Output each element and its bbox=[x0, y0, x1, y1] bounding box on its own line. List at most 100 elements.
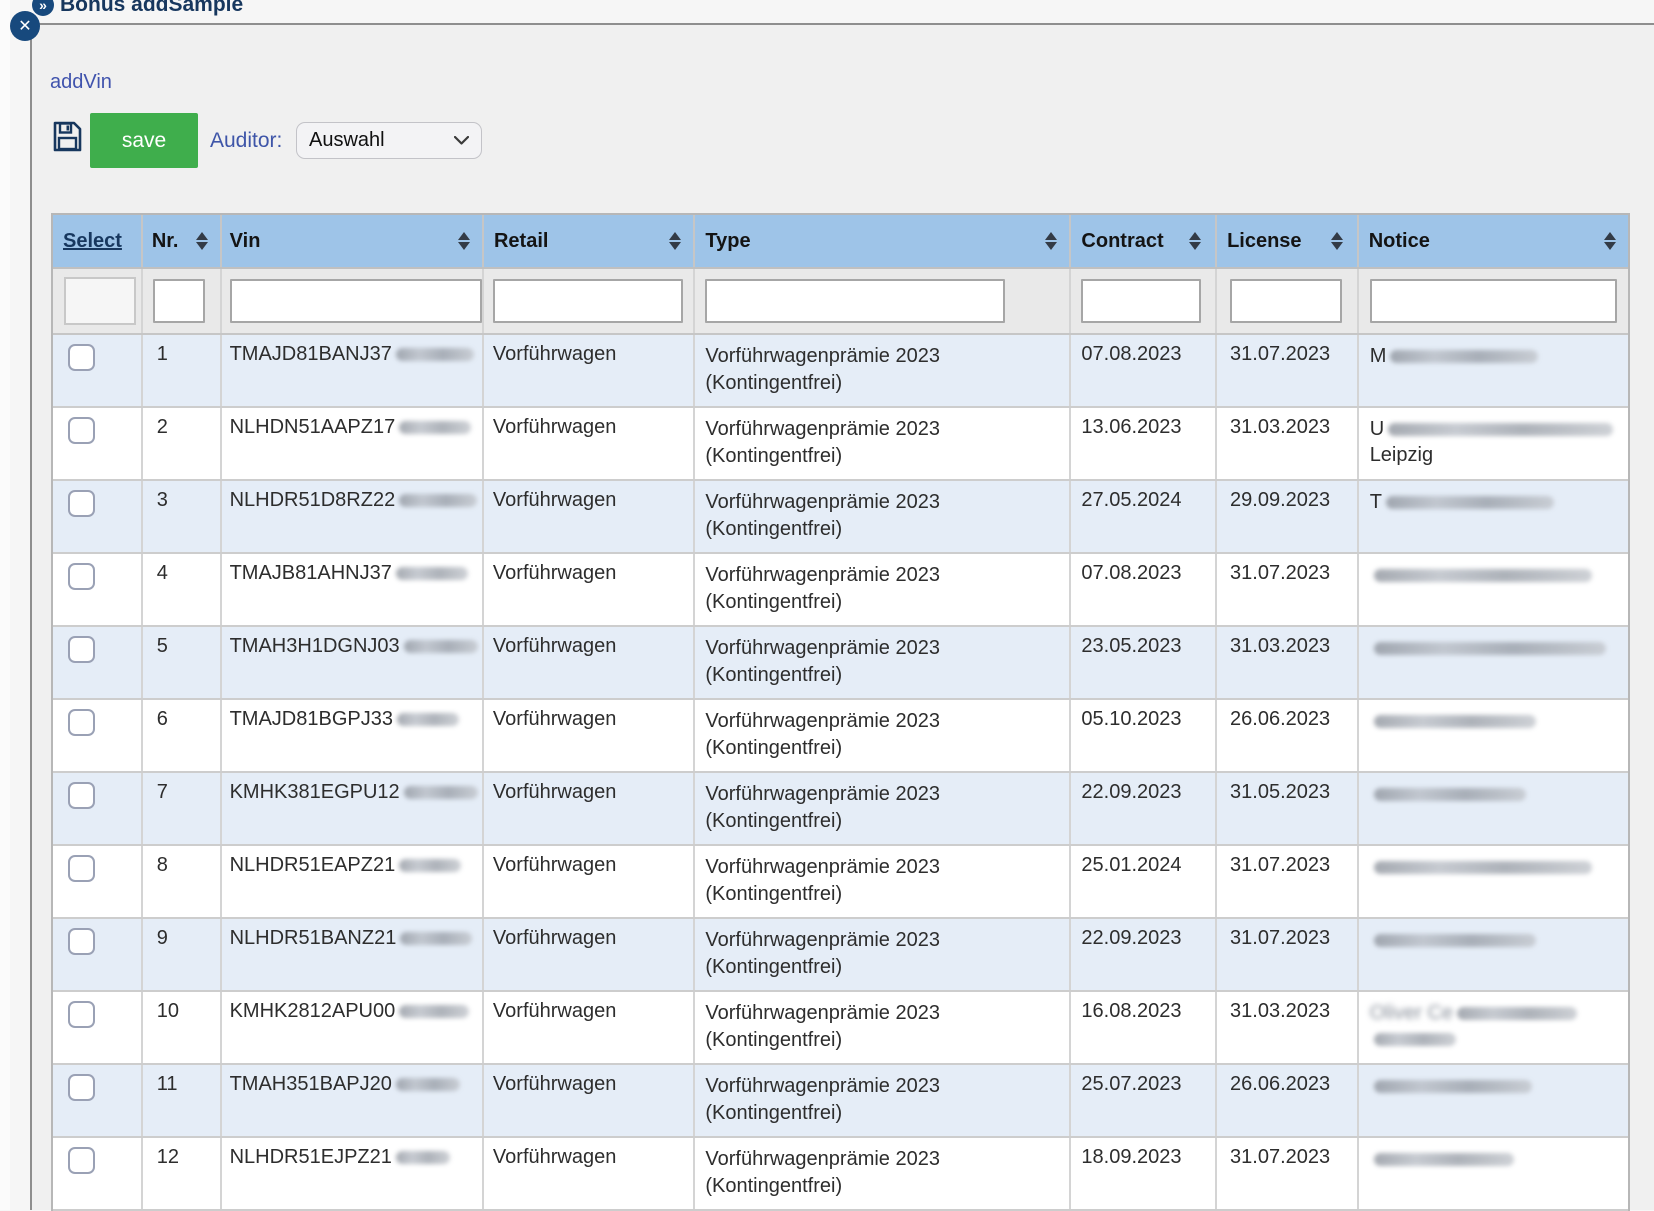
row-checkbox[interactable] bbox=[68, 1074, 95, 1101]
row-cell-type: Vorführwagenprämie 2023(Kontingentfrei) bbox=[695, 846, 1071, 917]
column-header-vin[interactable]: Vin bbox=[222, 215, 484, 267]
row-cell-vin: TMAJB81AHNJ37 bbox=[222, 554, 484, 625]
auditor-select-value: Auswahl bbox=[309, 129, 454, 152]
row-checkbox[interactable] bbox=[68, 417, 95, 444]
row-cell-vin: NLHDR51BANZ21 bbox=[222, 919, 484, 990]
row-cell-type: Vorführwagenprämie 2023(Kontingentfrei) bbox=[695, 1065, 1071, 1136]
save-disk-icon[interactable] bbox=[52, 120, 83, 158]
sort-icon[interactable] bbox=[458, 232, 470, 250]
row-cell-retail: Vorführwagen bbox=[484, 554, 695, 625]
column-header-license[interactable]: License bbox=[1217, 215, 1359, 267]
row-cell-license: 31.07.2023 bbox=[1217, 846, 1359, 917]
row-checkbox[interactable] bbox=[68, 636, 95, 663]
row-cell-contract: 07.08.2023 bbox=[1071, 554, 1217, 625]
row-cell-nr: 2 bbox=[143, 408, 222, 479]
filter-cell-contract bbox=[1071, 269, 1217, 333]
filter-input-license[interactable] bbox=[1230, 279, 1342, 323]
row-cell-nr: 6 bbox=[143, 700, 222, 771]
sort-icon[interactable] bbox=[1604, 232, 1616, 250]
close-button[interactable]: ✕ bbox=[10, 11, 40, 41]
row-cell-vin: TMAH3H1DGNJ03 bbox=[222, 627, 484, 698]
row-cell-select bbox=[53, 335, 143, 406]
sort-icon[interactable] bbox=[1189, 232, 1201, 250]
row-cell-notice: Oliver Ce bbox=[1359, 992, 1628, 1063]
column-header-retail[interactable]: Retail bbox=[484, 215, 695, 267]
addvin-link[interactable]: addVin bbox=[50, 71, 112, 94]
row-cell-notice bbox=[1359, 554, 1628, 625]
redacted-text bbox=[1374, 715, 1536, 728]
sort-icon[interactable] bbox=[1331, 232, 1343, 250]
row-checkbox[interactable] bbox=[68, 782, 95, 809]
row-checkbox[interactable] bbox=[68, 1001, 95, 1028]
row-cell-license: 31.03.2023 bbox=[1217, 408, 1359, 479]
row-cell-type: Vorführwagenprämie 2023(Kontingentfrei) bbox=[695, 627, 1071, 698]
row-checkbox[interactable] bbox=[68, 1147, 95, 1174]
table-row: 7 KMHK381EGPU12 Vorführwagen Vorführwage… bbox=[53, 773, 1628, 846]
row-cell-notice bbox=[1359, 846, 1628, 917]
row-cell-type: Vorführwagenprämie 2023(Kontingentfrei) bbox=[695, 992, 1071, 1063]
row-cell-notice bbox=[1359, 919, 1628, 990]
sort-icon[interactable] bbox=[669, 232, 681, 250]
row-checkbox[interactable] bbox=[68, 344, 95, 371]
row-cell-vin: NLHDR51EAPZ21 bbox=[222, 846, 484, 917]
redacted-vin-suffix bbox=[399, 494, 477, 507]
row-cell-contract: 25.01.2024 bbox=[1071, 846, 1217, 917]
filter-input-type[interactable] bbox=[705, 279, 1005, 323]
row-cell-notice: M bbox=[1359, 335, 1628, 406]
page-gutter bbox=[0, 0, 10, 1210]
filter-cell-type bbox=[695, 269, 1071, 333]
chevron-down-icon bbox=[454, 136, 469, 145]
redacted-text bbox=[1374, 642, 1606, 655]
filter-input-vin[interactable] bbox=[230, 279, 482, 323]
redacted-vin-suffix bbox=[400, 932, 472, 945]
table-header-row: Select Nr. Vin Retail Type Contract Lice… bbox=[53, 215, 1628, 269]
row-cell-retail: Vorführwagen bbox=[484, 846, 695, 917]
sort-icon[interactable] bbox=[1045, 232, 1057, 250]
row-cell-type: Vorführwagenprämie 2023(Kontingentfrei) bbox=[695, 919, 1071, 990]
row-cell-retail: Vorführwagen bbox=[484, 1138, 695, 1209]
row-cell-select bbox=[53, 627, 143, 698]
column-header-select[interactable]: Select bbox=[53, 215, 143, 267]
column-header-notice[interactable]: Notice bbox=[1359, 215, 1628, 267]
row-cell-type: Vorführwagenprämie 2023(Kontingentfrei) bbox=[695, 481, 1071, 552]
table-row: 12 NLHDR51EJPZ21 Vorführwagen Vorführwag… bbox=[53, 1138, 1628, 1211]
row-cell-license: 31.03.2023 bbox=[1217, 627, 1359, 698]
filter-input-retail[interactable] bbox=[493, 279, 683, 323]
redacted-vin-suffix bbox=[396, 348, 474, 361]
table-row: 5 TMAH3H1DGNJ03 Vorführwagen Vorführwage… bbox=[53, 627, 1628, 700]
sort-icon[interactable] bbox=[196, 232, 208, 250]
row-cell-contract: 23.05.2023 bbox=[1071, 627, 1217, 698]
row-cell-notice bbox=[1359, 1138, 1628, 1209]
row-cell-notice bbox=[1359, 627, 1628, 698]
row-cell-retail: Vorführwagen bbox=[484, 919, 695, 990]
row-cell-type: Vorführwagenprämie 2023(Kontingentfrei) bbox=[695, 554, 1071, 625]
filter-cell-nr bbox=[143, 269, 222, 333]
filter-input-contract[interactable] bbox=[1081, 279, 1201, 323]
row-cell-vin: NLHDR51EJPZ21 bbox=[222, 1138, 484, 1209]
row-cell-license: 29.09.2023 bbox=[1217, 481, 1359, 552]
row-checkbox[interactable] bbox=[68, 563, 95, 590]
row-checkbox[interactable] bbox=[68, 855, 95, 882]
filter-input-notice[interactable] bbox=[1370, 279, 1617, 323]
row-cell-retail: Vorführwagen bbox=[484, 1065, 695, 1136]
samples-table: Select Nr. Vin Retail Type Contract Lice… bbox=[51, 213, 1630, 1211]
row-cell-license: 31.07.2023 bbox=[1217, 919, 1359, 990]
select-all-link[interactable]: Select bbox=[63, 230, 122, 253]
column-header-type[interactable]: Type bbox=[695, 215, 1071, 267]
column-header-contract[interactable]: Contract bbox=[1071, 215, 1217, 267]
auditor-label: Auditor: bbox=[210, 129, 282, 153]
row-checkbox[interactable] bbox=[68, 709, 95, 736]
row-cell-vin: KMHK381EGPU12 bbox=[222, 773, 484, 844]
auditor-select[interactable]: Auswahl bbox=[296, 122, 482, 159]
filter-input-nr[interactable] bbox=[153, 279, 205, 323]
column-header-nr[interactable]: Nr. bbox=[143, 215, 222, 267]
row-cell-notice bbox=[1359, 700, 1628, 771]
row-checkbox[interactable] bbox=[68, 928, 95, 955]
table-row: 8 NLHDR51EAPZ21 Vorführwagen Vorführwage… bbox=[53, 846, 1628, 919]
save-button[interactable]: save bbox=[90, 113, 198, 168]
redacted-text bbox=[1374, 934, 1536, 947]
row-cell-contract: 22.09.2023 bbox=[1071, 919, 1217, 990]
row-checkbox[interactable] bbox=[68, 490, 95, 517]
row-cell-select bbox=[53, 554, 143, 625]
row-cell-contract: 16.08.2023 bbox=[1071, 992, 1217, 1063]
